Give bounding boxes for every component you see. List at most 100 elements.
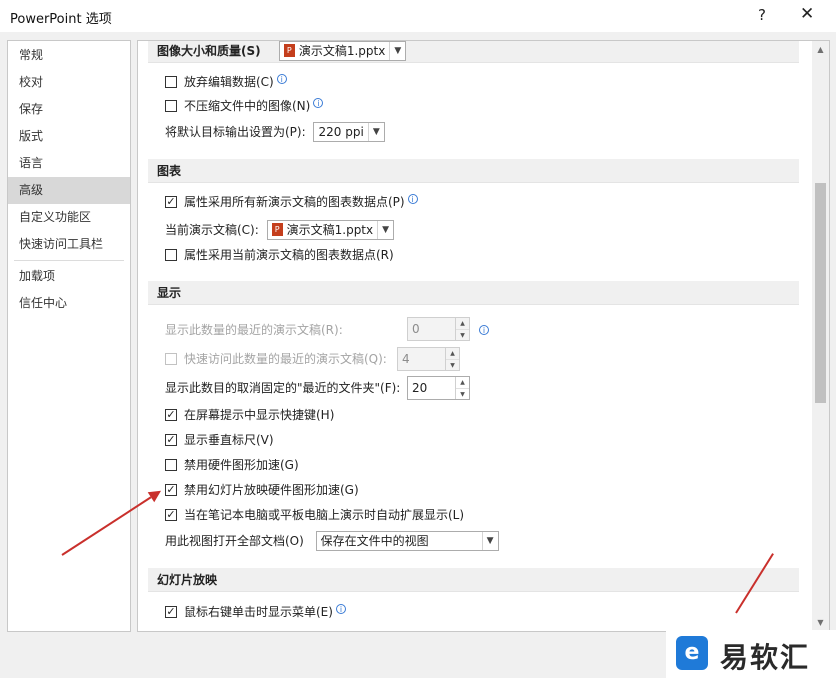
quick-access-value: 4: [402, 352, 410, 366]
vertical-ruler-option[interactable]: ✓ 显示垂直标尺(V): [165, 429, 274, 451]
spin-up-icon[interactable]: ▲: [456, 377, 469, 388]
recent-count-value: 0: [412, 322, 420, 336]
open-view-label: 用此视图打开全部文档(O): [165, 534, 304, 548]
vertical-ruler-label: 显示垂直标尺(V): [184, 433, 274, 447]
disable-slideshow-hw-option[interactable]: ✓ 禁用幻灯片放映硬件图形加速(G): [165, 479, 359, 501]
open-view-row: 用此视图打开全部文档(O) 保存在文件中的视图 ▼: [165, 530, 499, 552]
recent-count-label: 显示此数量的最近的演示文稿(R):: [165, 323, 343, 337]
spin-up-icon: ▲: [450, 350, 455, 357]
info-icon: i: [479, 325, 489, 335]
chevron-down-icon: ▼: [367, 122, 384, 141]
section-image-quality: 图像大小和质量(S) P 演示文稿1.pptx ▼: [148, 41, 799, 63]
vertical-scrollbar[interactable]: ▲ ▼: [812, 41, 829, 631]
discard-edit-data-checkbox[interactable]: [165, 75, 177, 88]
options-content: 图像大小和质量(S) P 演示文稿1.pptx ▼ 放弃编辑数据(C) i 不压缩文…: [137, 40, 830, 632]
help-button[interactable]: ?: [758, 6, 766, 24]
sidebar-item-save[interactable]: 保存: [8, 96, 130, 123]
chart-props-all-new-option[interactable]: ✓ 属性采用所有新演示文稿的图表数据点(P) i: [165, 191, 418, 213]
pptx-file-icon: P: [271, 222, 283, 236]
sidebar-item-addins[interactable]: 加载项: [8, 263, 130, 290]
sidebar-nav: 常规 校对 保存 版式 语言 高级 自定义功能区 快速访问工具栏 加载项 信任中…: [7, 40, 131, 632]
image-quality-header: 图像大小和质量(S): [157, 44, 261, 58]
section-charts: 图表: [148, 159, 799, 183]
default-output-value: 220 ppi: [318, 124, 364, 139]
chart-props-all-new-checkbox[interactable]: ✓: [165, 195, 177, 208]
spin-down-icon[interactable]: ▼: [456, 388, 469, 399]
chevron-down-icon: ▼: [481, 531, 498, 550]
spinner-buttons[interactable]: ▲ ▼: [455, 318, 469, 340]
chart-props-current-option[interactable]: 属性采用当前演示文稿的图表数据点(R): [165, 244, 394, 266]
default-output-row: 将默认目标输出设置为(P): 220 ppi ▼: [165, 121, 385, 143]
unpinned-folders-value: 20: [412, 381, 428, 395]
chevron-down-icon: ▼: [377, 220, 393, 239]
info-icon: i: [276, 74, 287, 84]
info-icon: i: [407, 194, 418, 204]
recent-count-spinner[interactable]: 0 ▲ ▼: [407, 317, 470, 341]
slideshow-header: 幻灯片放映: [157, 573, 218, 587]
chart-props-all-new-label: 属性采用所有新演示文稿的图表数据点(P): [184, 195, 405, 209]
no-compress-images-checkbox[interactable]: [165, 99, 177, 112]
disable-slideshow-hw-checkbox[interactable]: ✓: [165, 483, 177, 496]
quick-access-option: 快速访问此数量的最近的演示文稿(Q):: [165, 348, 387, 370]
section-slideshow: 幻灯片放映: [148, 568, 799, 592]
disable-hw-accel-option[interactable]: 禁用硬件图形加速(G): [165, 454, 299, 476]
right-click-menu-checkbox[interactable]: ✓: [165, 605, 177, 618]
close-button[interactable]: ✕: [800, 4, 814, 24]
default-output-dropdown[interactable]: 220 ppi ▼: [313, 121, 385, 142]
open-view-dropdown[interactable]: 保存在文件中的视图 ▼: [315, 530, 499, 551]
image-quality-doc-dropdown[interactable]: P 演示文稿1.pptx ▼: [278, 41, 407, 61]
discard-edit-data-option[interactable]: 放弃编辑数据(C) i: [165, 71, 287, 93]
logo-text: 易软汇: [720, 641, 811, 674]
open-view-value: 保存在文件中的视图: [320, 533, 429, 548]
no-compress-images-option[interactable]: 不压缩文件中的图像(N) i: [165, 95, 324, 117]
sidebar-item-general[interactable]: 常规: [8, 42, 130, 69]
quick-access-checkbox: [165, 352, 177, 365]
spinner-buttons[interactable]: ▲ ▼: [455, 377, 469, 399]
disable-hw-accel-label: 禁用硬件图形加速(G): [184, 458, 299, 472]
sidebar-divider: [14, 260, 124, 261]
scroll-down-icon[interactable]: ▼: [812, 618, 829, 627]
display-header: 显示: [157, 286, 182, 300]
spinner-buttons: ▲ ▼: [445, 348, 459, 370]
spin-down-icon: ▼: [446, 359, 459, 370]
discard-edit-data-label: 放弃编辑数据(C): [184, 75, 274, 89]
auto-extend-label: 当在笔记本电脑或平板电脑上演示时自动扩展显示(L): [184, 508, 465, 522]
chevron-down-icon: ▼: [389, 41, 405, 60]
quick-access-label: 快速访问此数量的最近的演示文稿(Q):: [184, 352, 387, 366]
current-doc-dropdown[interactable]: P 演示文稿1.pptx ▼: [266, 219, 395, 240]
image-quality-doc-value: 演示文稿1.pptx: [298, 43, 386, 58]
sidebar-item-layout[interactable]: 版式: [8, 123, 130, 150]
sidebar-item-customize-ribbon[interactable]: 自定义功能区: [8, 204, 130, 231]
watermark-logo: e 易软汇: [666, 630, 836, 678]
no-compress-images-label: 不压缩文件中的图像(N): [184, 99, 311, 113]
shortcut-keys-option[interactable]: ✓ 在屏幕提示中显示快捷键(H): [165, 404, 334, 426]
default-output-label: 将默认目标输出设置为(P):: [165, 125, 306, 139]
info-icon: i: [335, 604, 346, 614]
current-doc-label: 当前演示文稿(C):: [165, 223, 259, 237]
sidebar-item-proofing[interactable]: 校对: [8, 69, 130, 96]
chart-props-current-label: 属性采用当前演示文稿的图表数据点(R): [184, 248, 394, 262]
disable-slideshow-hw-label: 禁用幻灯片放映硬件图形加速(G): [184, 483, 359, 497]
quick-access-spinner: 4 ▲ ▼: [397, 347, 460, 371]
disable-hw-accel-checkbox[interactable]: [165, 458, 177, 471]
title-bar: PowerPoint 选项 ? ✕: [0, 0, 836, 32]
vertical-ruler-checkbox[interactable]: ✓: [165, 433, 177, 446]
spin-up-icon[interactable]: ▲: [456, 318, 469, 329]
spin-down-icon[interactable]: ▼: [456, 329, 469, 340]
sidebar-item-trust-center[interactable]: 信任中心: [8, 290, 130, 317]
sidebar-item-quick-access-toolbar[interactable]: 快速访问工具栏: [8, 231, 130, 258]
right-click-menu-option[interactable]: ✓ 鼠标右键单击时显示菜单(E) i: [165, 601, 346, 623]
auto-extend-option[interactable]: ✓ 当在笔记本电脑或平板电脑上演示时自动扩展显示(L): [165, 504, 464, 526]
shortcut-keys-checkbox[interactable]: ✓: [165, 408, 177, 421]
current-doc-value: 演示文稿1.pptx: [286, 222, 374, 237]
logo-icon: e: [676, 636, 708, 670]
charts-header: 图表: [157, 164, 182, 178]
sidebar-item-advanced[interactable]: 高级: [8, 177, 130, 204]
scrollbar-thumb[interactable]: [815, 183, 826, 403]
current-doc-row: 当前演示文稿(C): P 演示文稿1.pptx ▼: [165, 219, 395, 241]
unpinned-folders-spinner[interactable]: 20 ▲ ▼: [407, 376, 470, 400]
scroll-up-icon[interactable]: ▲: [812, 45, 829, 54]
sidebar-item-language[interactable]: 语言: [8, 150, 130, 177]
chart-props-current-checkbox[interactable]: [165, 248, 177, 261]
auto-extend-checkbox[interactable]: ✓: [165, 508, 177, 521]
